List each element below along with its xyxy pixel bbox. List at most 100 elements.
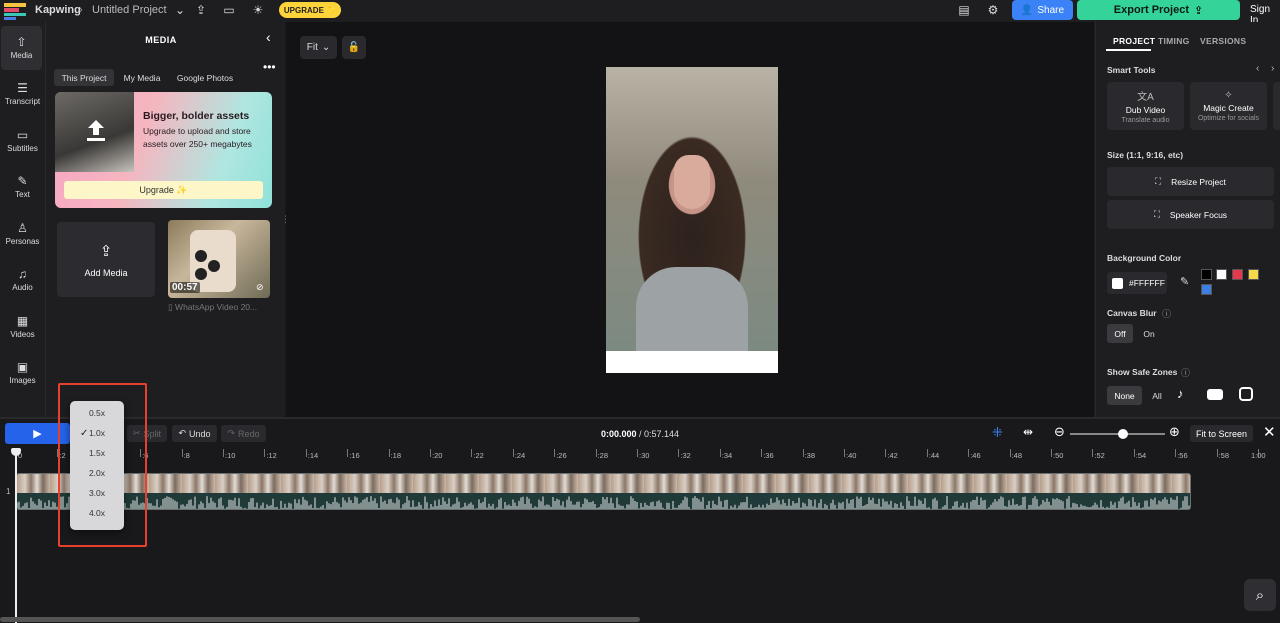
speaker-focus-button[interactable]: ⛶ Speaker Focus	[1107, 200, 1274, 229]
translate-icon: 文A	[1137, 92, 1154, 103]
instagram-icon[interactable]	[1239, 387, 1253, 401]
ruler-tick-label: :22	[473, 451, 484, 460]
kapwing-logo-icon[interactable]	[4, 3, 26, 20]
tab-project[interactable]: PROJECT	[1113, 36, 1155, 46]
promo-upgrade-button[interactable]: Upgrade ✨	[64, 181, 263, 199]
tab-timing[interactable]: TIMING	[1158, 36, 1190, 46]
ruler-tick-label: :20	[432, 451, 443, 460]
snap-icon[interactable]: ⁜	[992, 425, 1003, 441]
video-track-clip[interactable]	[16, 473, 1191, 510]
blur-on-option[interactable]: On	[1136, 324, 1162, 343]
share-button[interactable]: 👤 Share	[1012, 0, 1073, 20]
tab-versions[interactable]: VERSIONS	[1200, 36, 1246, 46]
speed-option[interactable]: 0.5x	[70, 403, 124, 423]
tiktok-icon[interactable]: ♪	[1177, 386, 1184, 401]
rail-item-images[interactable]: ▣ Images	[0, 351, 45, 395]
next-tool-card[interactable]	[1273, 82, 1280, 130]
swatch-black[interactable]	[1201, 269, 1212, 280]
upgrade-button[interactable]: UPGRADE ✨	[279, 2, 341, 18]
upload-icon: ⇪	[99, 242, 113, 260]
media-video-thumbnail[interactable]: 00:57 ⊘	[168, 220, 270, 298]
tab-this-project[interactable]: This Project	[54, 69, 114, 86]
fit-dropdown[interactable]: Fit ⌄	[300, 36, 337, 59]
close-icon[interactable]: ✕	[1263, 423, 1276, 441]
export-project-button[interactable]: Export Project ⇪	[1077, 0, 1240, 20]
speed-option[interactable]: 2.0x	[70, 463, 124, 483]
speed-option[interactable]: 4.0x	[70, 503, 124, 523]
zoom-out-icon[interactable]: ⊖	[1054, 424, 1065, 440]
info-icon[interactable]: ⓘ	[1162, 307, 1171, 320]
chevron-down-icon: ⌄	[321, 42, 331, 53]
add-media-button[interactable]: ⇪ Add Media	[57, 222, 155, 297]
export-icon: ⇪	[1193, 4, 1204, 17]
video-preview[interactable]	[606, 67, 778, 373]
eyedropper-icon[interactable]: ✎	[1180, 275, 1189, 288]
swatch-yellow[interactable]	[1248, 269, 1259, 280]
fit-to-screen-button[interactable]: Fit to Screen	[1190, 425, 1253, 442]
zoom-slider-handle[interactable]	[1118, 429, 1128, 439]
youtube-icon[interactable]	[1207, 389, 1223, 400]
search-button[interactable]: ⌕	[1244, 579, 1276, 611]
blur-off-option[interactable]: Off	[1107, 324, 1133, 343]
speed-option-selected[interactable]: ✓ 1.0x	[70, 423, 124, 443]
rail-item-subtitles[interactable]: ▭ Subtitles	[0, 119, 45, 163]
split-button[interactable]: ✂ Split	[127, 425, 167, 442]
ruler-tick-mark	[305, 449, 307, 457]
more-options-icon[interactable]: •••	[263, 60, 276, 74]
lightbulb-icon[interactable]: ☀	[250, 2, 266, 18]
safe-zone-all[interactable]: All	[1146, 386, 1168, 405]
swatch-white[interactable]	[1216, 269, 1227, 280]
magic-create-tool[interactable]: ✧ Magic Create Optimize for socials	[1190, 82, 1267, 130]
fit-width-icon[interactable]: ⇹	[1023, 425, 1033, 439]
rail-item-personas[interactable]: ♙ Personas	[0, 212, 45, 256]
ruler-tick-label: :12	[266, 451, 277, 460]
subtitles-icon: ▭	[16, 128, 29, 142]
tab-google-photos[interactable]: Google Photos	[172, 69, 238, 86]
speed-option[interactable]: 1.5x	[70, 443, 124, 463]
magic-wand-icon: ✧	[1224, 90, 1233, 101]
undo-button[interactable]: ↶ Undo	[172, 425, 217, 442]
resize-project-button[interactable]: ⛶ Resize Project	[1107, 167, 1274, 196]
playhead[interactable]	[15, 449, 17, 623]
info-icon[interactable]: ⓘ	[1181, 366, 1190, 379]
ruler-tick-label: :54	[1135, 451, 1147, 460]
camera-lens	[208, 260, 220, 272]
chevron-right-icon[interactable]: ›	[1271, 63, 1274, 74]
promo-title: Bigger, bolder assets	[143, 110, 250, 122]
upgrade-promo-card: Bigger, bolder assets Upgrade to upload …	[55, 92, 272, 208]
swatch-red[interactable]	[1232, 269, 1243, 280]
ruler-tick-label: :8	[183, 451, 190, 460]
lock-toggle-button[interactable]: 🔓	[342, 36, 366, 59]
comment-icon[interactable]: ▤	[956, 2, 972, 18]
dub-video-tool[interactable]: 文A Dub Video Translate audio	[1107, 82, 1184, 130]
rail-item-audio[interactable]: ♫ Audio	[0, 258, 45, 302]
rail-item-text[interactable]: ✎ Text	[0, 165, 45, 209]
subtitle-box-icon[interactable]: ▭	[221, 2, 237, 18]
share-upload-icon[interactable]: ⇪	[193, 2, 209, 18]
add-media-label: Add Media	[84, 267, 128, 278]
chevron-left-icon[interactable]: ‹	[1256, 63, 1259, 74]
project-name[interactable]: Untitled Project	[92, 4, 167, 16]
ruler-tick-mark	[1051, 449, 1052, 457]
upload-arrow-icon	[87, 120, 105, 141]
safe-zone-none[interactable]: None	[1107, 386, 1142, 405]
tool-subtitle: Translate audio	[1121, 117, 1170, 124]
ruler-tick-mark	[181, 449, 183, 457]
tab-my-media[interactable]: My Media	[118, 69, 166, 86]
play-button[interactable]: ▶	[5, 423, 70, 444]
background-color-input[interactable]: #FFFFFF	[1107, 272, 1167, 294]
rail-item-transcript[interactable]: ☰ Transcript	[0, 72, 45, 116]
collapse-chevron-icon[interactable]: ‹	[266, 29, 271, 45]
app-name[interactable]: Kapwing	[35, 4, 81, 16]
redo-button[interactable]: ↷ Redo	[221, 425, 266, 442]
horizontal-scrollbar[interactable]	[0, 617, 640, 622]
chevron-down-icon[interactable]: ⌄	[172, 2, 188, 18]
zoom-in-icon[interactable]: ⊕	[1169, 424, 1180, 440]
rail-item-label: Audio	[12, 283, 33, 292]
rail-item-videos[interactable]: ▦ Videos	[0, 305, 45, 349]
video-filename: ▯ WhatsApp Video 20...	[168, 302, 257, 313]
speed-option[interactable]: 3.0x	[70, 483, 124, 503]
gear-icon[interactable]: ⚙	[985, 2, 1001, 18]
swatch-blue[interactable]	[1201, 284, 1212, 295]
rail-item-media[interactable]: ⇧ Media	[1, 26, 42, 70]
